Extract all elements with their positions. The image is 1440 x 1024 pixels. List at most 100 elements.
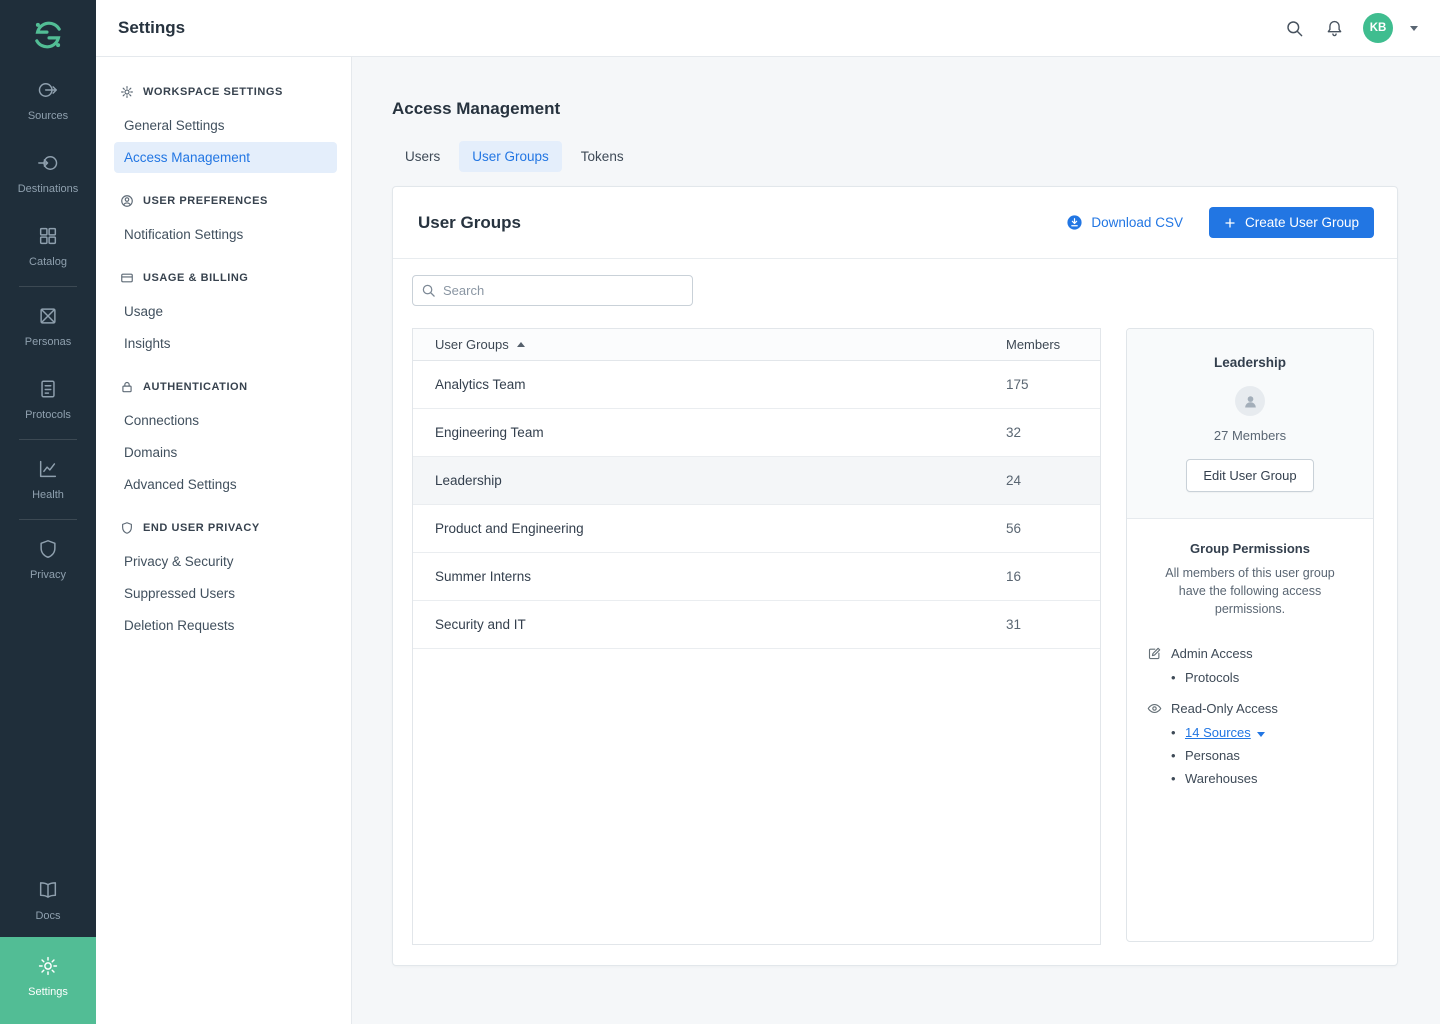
user-groups-card: User Groups Download CSV [392,186,1398,966]
table-and-detail: User Groups Members Analytics Team 175 [412,328,1374,941]
docs-icon [37,879,59,904]
download-csv-label: Download CSV [1091,215,1183,230]
sidebar-item-general-settings[interactable]: General Settings [114,110,337,141]
chevron-down-icon[interactable] [1257,732,1265,737]
notifications-button[interactable] [1323,17,1346,40]
search-input[interactable] [412,275,693,306]
section-title: USER PREFERENCES [143,195,268,207]
table-row[interactable]: Engineering Team 32 [413,409,1100,457]
sidebar-divider [19,439,77,440]
sidebar-item-connections[interactable]: Connections [114,405,337,436]
catalog-icon [37,225,59,250]
group-avatar [1235,386,1265,416]
tab-user-groups[interactable]: User Groups [459,141,562,172]
edit-user-group-button[interactable]: Edit User Group [1186,459,1313,492]
group-name: Summer Interns [435,569,531,584]
group-name: Security and IT [435,617,526,632]
card-body: User Groups Members Analytics Team 175 [393,259,1397,965]
gear-icon [120,85,134,99]
section-header: AUTHENTICATION [96,376,351,404]
topbar: Settings KB [96,0,1440,57]
sidebar-item-destinations[interactable]: Destinations [0,137,96,210]
section-title: AUTHENTICATION [143,381,248,393]
sidebar-item-domains[interactable]: Domains [114,437,337,468]
section-header: USAGE & BILLING [96,267,351,295]
sidebar-item-insights[interactable]: Insights [114,328,337,359]
sidebar-item-notification-settings[interactable]: Notification Settings [114,219,337,250]
sidebar-item-suppressed-users[interactable]: Suppressed Users [114,578,337,609]
sidebar-item-label: Protocols [25,409,71,421]
sources-icon [37,79,59,104]
sidebar-item-access-management[interactable]: Access Management [114,142,337,173]
sidebar-item-sources[interactable]: Sources [0,64,96,137]
sidebar-item-privacy[interactable]: Privacy [0,523,96,596]
tab-tokens[interactable]: Tokens [568,141,637,172]
group-name: Product and Engineering [435,521,584,536]
sidebar-item-personas[interactable]: Personas [0,290,96,363]
sidebar-item-label: Catalog [29,256,67,268]
section-header: USER PREFERENCES [96,190,351,218]
avatar[interactable]: KB [1363,13,1393,43]
sidebar-item-settings[interactable]: Settings [0,937,96,1024]
sidebar-item-label: Health [32,489,64,501]
sidebar-item-label: Sources [28,110,68,122]
user-icon [120,194,134,208]
group-members-count: 56 [1006,521,1078,536]
table-row[interactable]: Security and IT 31 [413,601,1100,649]
sidebar-item-deletion-requests[interactable]: Deletion Requests [114,610,337,641]
table-row[interactable]: Summer Interns 16 [413,553,1100,601]
sidebar-item-advanced-settings[interactable]: Advanced Settings [114,469,337,500]
table-row[interactable]: Product and Engineering 56 [413,505,1100,553]
sidebar-item-label: Personas [25,336,71,348]
download-csv-button[interactable]: Download CSV [1066,214,1183,231]
segment-logo-icon [31,18,65,52]
protocols-icon [37,378,59,403]
user-groups-table: User Groups Members Analytics Team 175 [412,328,1101,945]
sources-count-link[interactable]: 14 Sources [1185,725,1251,740]
card-actions: Download CSV Create User Group [1066,207,1374,238]
read-only-access-label: Read-Only Access [1171,701,1278,716]
group-permissions-section: Group Permissions All members of this us… [1127,519,1373,824]
sidebar-item-catalog[interactable]: Catalog [0,210,96,283]
search-button[interactable] [1283,17,1306,40]
read-only-access-item: 14 Sources [1171,725,1353,740]
table-row[interactable]: Analytics Team 175 [413,361,1100,409]
nav-section-usage-billing: USAGE & BILLING Usage Insights [96,267,351,359]
group-members-count: 31 [1006,617,1078,632]
shield-icon [120,521,134,535]
topbar-actions: KB [1283,13,1418,43]
section-title: USAGE & BILLING [143,272,248,284]
destinations-icon [37,152,59,177]
nav-section-authentication: AUTHENTICATION Connections Domains Advan… [96,376,351,500]
section-title: END USER PRIVACY [143,522,260,534]
create-user-group-button[interactable]: Create User Group [1209,207,1374,238]
lock-icon [120,380,134,394]
sidebar-item-privacy-security[interactable]: Privacy & Security [114,546,337,577]
billing-card-icon [120,271,134,285]
card-header: User Groups Download CSV [393,187,1397,259]
edit-pencil-icon [1147,646,1162,661]
table-row-selected[interactable]: Leadership 24 [413,457,1100,505]
table-header-row: User Groups Members [413,329,1100,361]
app-sidebar: Sources Destinations Catalog [0,0,96,1024]
segment-logo[interactable] [0,0,96,64]
person-icon [1242,393,1259,410]
tab-users[interactable]: Users [392,141,453,172]
sidebar-item-usage[interactable]: Usage [114,296,337,327]
chevron-down-icon[interactable] [1410,26,1418,31]
health-icon [37,458,59,483]
admin-access-item: Protocols [1171,670,1353,685]
group-members-count: 32 [1006,425,1078,440]
app-root: Sources Destinations Catalog [0,0,1440,1024]
sidebar-divider [19,519,77,520]
sidebar-item-protocols[interactable]: Protocols [0,363,96,436]
nav-section-end-user-privacy: END USER PRIVACY Privacy & Security Supp… [96,517,351,641]
sidebar-item-label: Privacy [30,569,66,581]
group-detail-panel: Leadership 27 Members Edit User Group [1126,328,1374,942]
sidebar-item-label: Settings [28,986,68,998]
sidebar-item-health[interactable]: Health [0,443,96,516]
sidebar-item-label: Docs [35,910,60,922]
column-header-user-groups[interactable]: User Groups [435,337,525,352]
sidebar-item-docs[interactable]: Docs [0,864,96,937]
group-detail-name: Leadership [1143,355,1357,370]
